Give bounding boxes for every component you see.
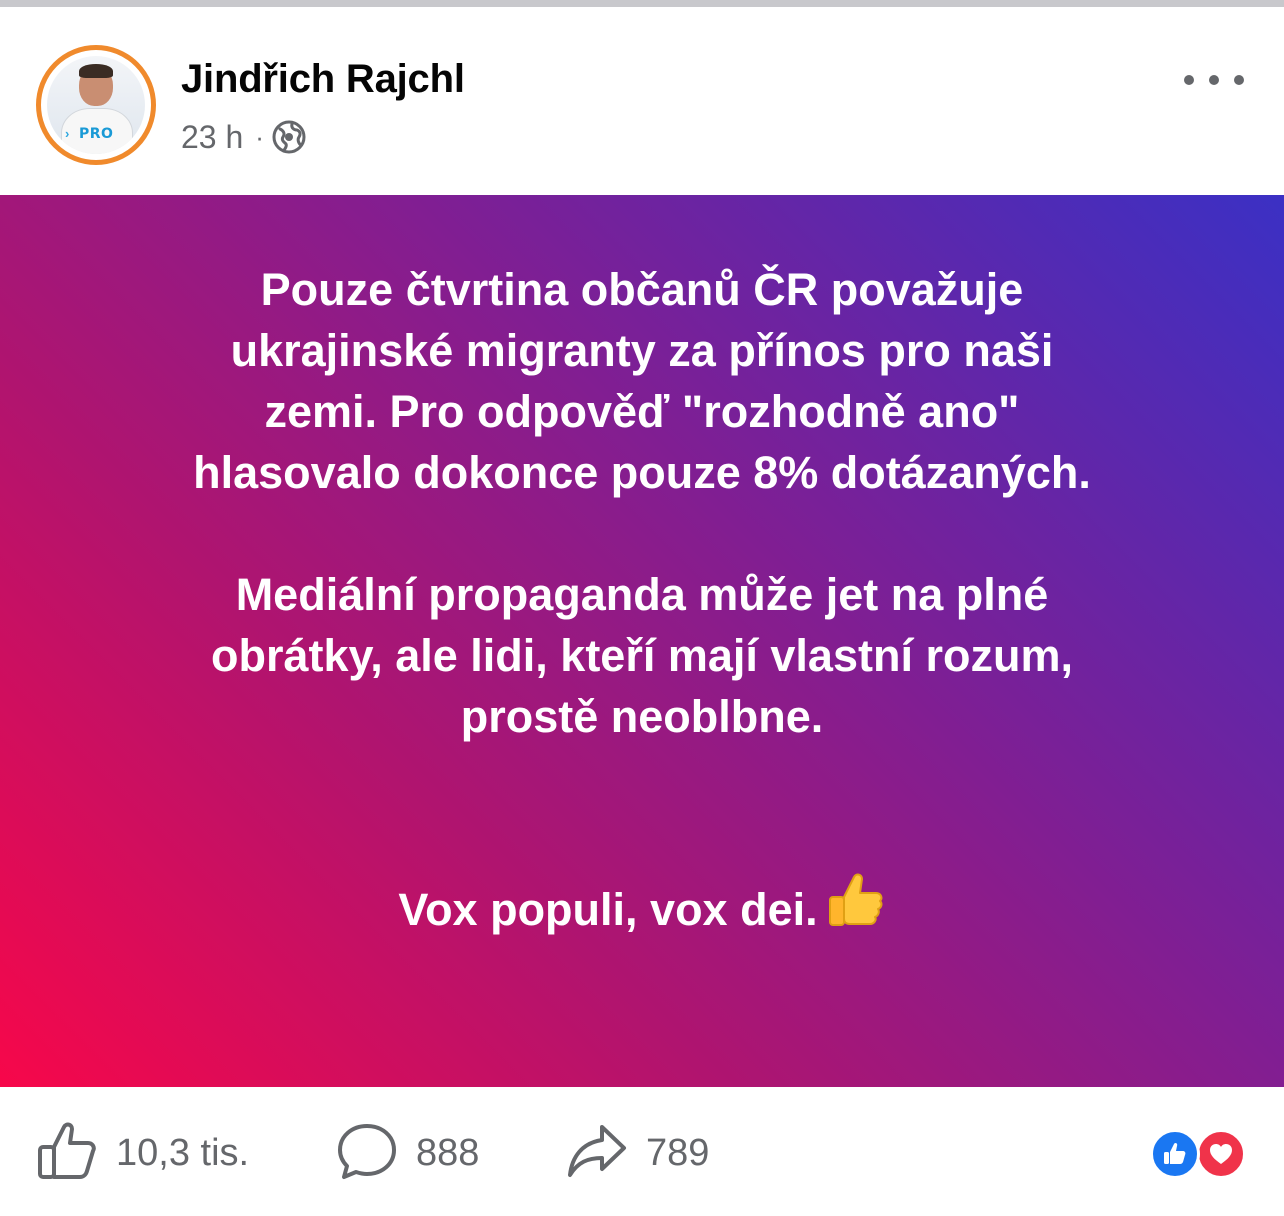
like-reaction-icon — [1150, 1129, 1200, 1179]
post-paragraph: Vox populi, vox dei. — [398, 883, 818, 935]
like-button[interactable]: 10,3 tis. — [36, 1121, 250, 1186]
globe-icon[interactable] — [272, 120, 306, 154]
author-avatar[interactable]: › PRO — [36, 45, 156, 165]
more-horizontal-icon — [1184, 75, 1194, 85]
love-reaction-icon — [1196, 1129, 1246, 1179]
post-action-bar: 10,3 tis. 888 789 — [0, 1087, 1284, 1216]
reaction-summary[interactable] — [1150, 1129, 1248, 1181]
post-paragraph: Pouze čtvrtina občanů ČR považuje ukraji… — [193, 263, 1091, 498]
comment-icon — [336, 1121, 398, 1186]
post-text-card[interactable]: Pouze čtvrtina občanů ČR považuje ukraji… — [0, 195, 1284, 1087]
chevron-logo-icon: › — [65, 126, 70, 141]
avatar-photo: › PRO — [47, 56, 145, 154]
share-count: 789 — [646, 1131, 710, 1174]
avatar-hair — [79, 64, 113, 78]
top-divider — [0, 0, 1284, 7]
author-name[interactable]: Jindřich Rajchl — [181, 57, 465, 102]
avatar-party-badge: PRO — [79, 126, 114, 142]
more-horizontal-icon — [1234, 75, 1244, 85]
more-horizontal-icon — [1209, 75, 1219, 85]
post-closing-line: Vox populi, vox dei. — [72, 808, 1212, 948]
comment-button[interactable]: 888 — [336, 1123, 479, 1183]
meta-separator: · — [255, 121, 264, 152]
more-options-button[interactable] — [1184, 65, 1244, 95]
post-paragraph: Mediální propaganda může jet na plné obr… — [211, 568, 1073, 742]
like-count: 10,3 tis. — [116, 1131, 250, 1174]
post-meta: 23 h · — [181, 117, 306, 157]
comment-count: 888 — [416, 1131, 480, 1174]
post-body: Pouze čtvrtina občanů ČR považuje ukraji… — [72, 259, 1212, 948]
like-icon — [36, 1121, 98, 1186]
post-header: › PRO Jindřich Rajchl 23 h · — [0, 7, 1284, 195]
share-button[interactable]: 789 — [566, 1123, 709, 1183]
post-timestamp[interactable]: 23 h — [181, 119, 243, 156]
share-icon — [566, 1121, 628, 1186]
thumbs-up-emoji-icon — [822, 808, 886, 948]
